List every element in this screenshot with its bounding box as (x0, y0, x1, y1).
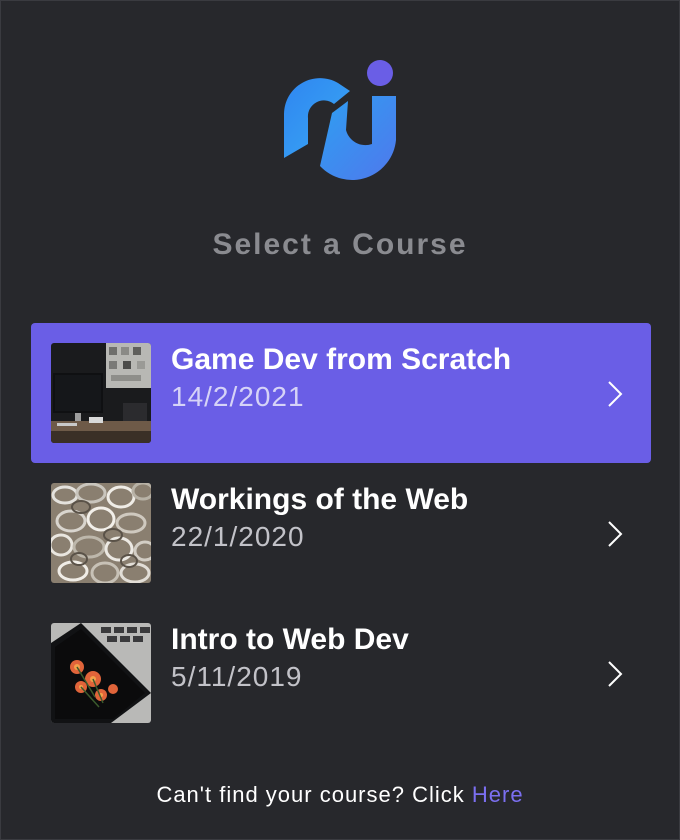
course-name: Game Dev from Scratch (171, 343, 512, 376)
course-date: 14/2/2021 (171, 381, 305, 412)
course-thumbnail (51, 483, 151, 583)
course-item-workings-web[interactable]: Workings of the Web 22/1/2020 (31, 463, 651, 603)
course-name: Intro to Web Dev (171, 623, 409, 656)
course-thumbnail (51, 343, 151, 443)
chevron-right-icon (608, 381, 623, 407)
course-date: 5/11/2019 (171, 661, 303, 692)
footer: Can't find your course? Click Here (0, 782, 680, 808)
course-date: 22/1/2020 (171, 521, 305, 552)
course-thumbnail (51, 623, 151, 723)
course-item-game-dev[interactable]: Game Dev from Scratch 14/2/2021 (31, 323, 651, 463)
course-list: Game Dev from Scratch 14/2/2021 Workings… (31, 323, 651, 743)
page-title: Select a Course (212, 228, 468, 261)
phone-flowers-photo (51, 623, 151, 723)
chevron-right-icon (608, 661, 623, 687)
footer-prompt: Can't find your course? Click (156, 782, 472, 807)
desk-monitor-photo (51, 343, 151, 443)
app-logo-icon (284, 60, 396, 180)
here-link[interactable]: Here (472, 782, 524, 807)
chevron-right-icon (608, 521, 623, 547)
course-name: Workings of the Web (171, 483, 469, 516)
course-item-intro-web-dev[interactable]: Intro to Web Dev 5/11/2019 (31, 603, 651, 743)
metal-rings-photo (51, 483, 151, 583)
